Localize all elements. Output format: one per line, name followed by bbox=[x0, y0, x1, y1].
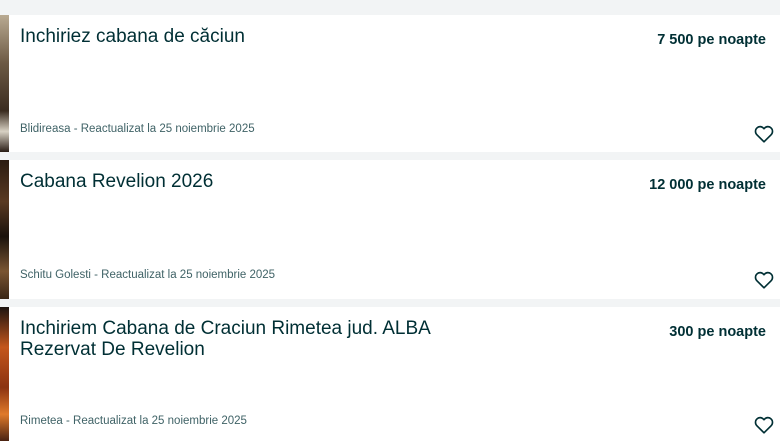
listing-location-date: Blidireasa - Reactualizat la 25 noiembri… bbox=[20, 123, 255, 135]
listing-price: 300 pe noapte bbox=[669, 324, 766, 340]
listing-location-date: Rimetea - Reactualizat la 25 noiembrie 2… bbox=[20, 415, 247, 427]
heart-outline-icon bbox=[754, 416, 774, 434]
listing-location-date: Schitu Golesti - Reactualizat la 25 noie… bbox=[20, 269, 276, 281]
favorite-button[interactable] bbox=[753, 414, 775, 436]
listing-title[interactable]: Inchiriem Cabana de Craciun Rimetea jud.… bbox=[20, 318, 460, 360]
listing-card[interactable]: Inchiriem Cabana de Craciun Rimetea jud.… bbox=[0, 307, 780, 441]
favorite-button[interactable] bbox=[753, 269, 775, 291]
listing-thumbnail[interactable] bbox=[0, 307, 9, 441]
listing-thumbnail[interactable] bbox=[0, 15, 9, 152]
listing-title[interactable]: Inchiriez cabana de căciun bbox=[20, 26, 460, 47]
listing-card[interactable]: Cabana Revelion 2026 12 000 pe noapte Sc… bbox=[0, 160, 780, 299]
listing-list: Inchiriez cabana de căciun 7 500 pe noap… bbox=[0, 0, 780, 441]
listing-card[interactable]: Inchiriez cabana de căciun 7 500 pe noap… bbox=[0, 15, 780, 152]
listing-title[interactable]: Cabana Revelion 2026 bbox=[20, 171, 460, 192]
heart-outline-icon bbox=[754, 271, 774, 289]
listing-price: 12 000 pe noapte bbox=[649, 177, 766, 193]
listing-thumbnail[interactable] bbox=[0, 160, 9, 299]
listing-price: 7 500 pe noapte bbox=[657, 32, 766, 48]
favorite-button[interactable] bbox=[753, 123, 775, 145]
heart-outline-icon bbox=[754, 125, 774, 143]
